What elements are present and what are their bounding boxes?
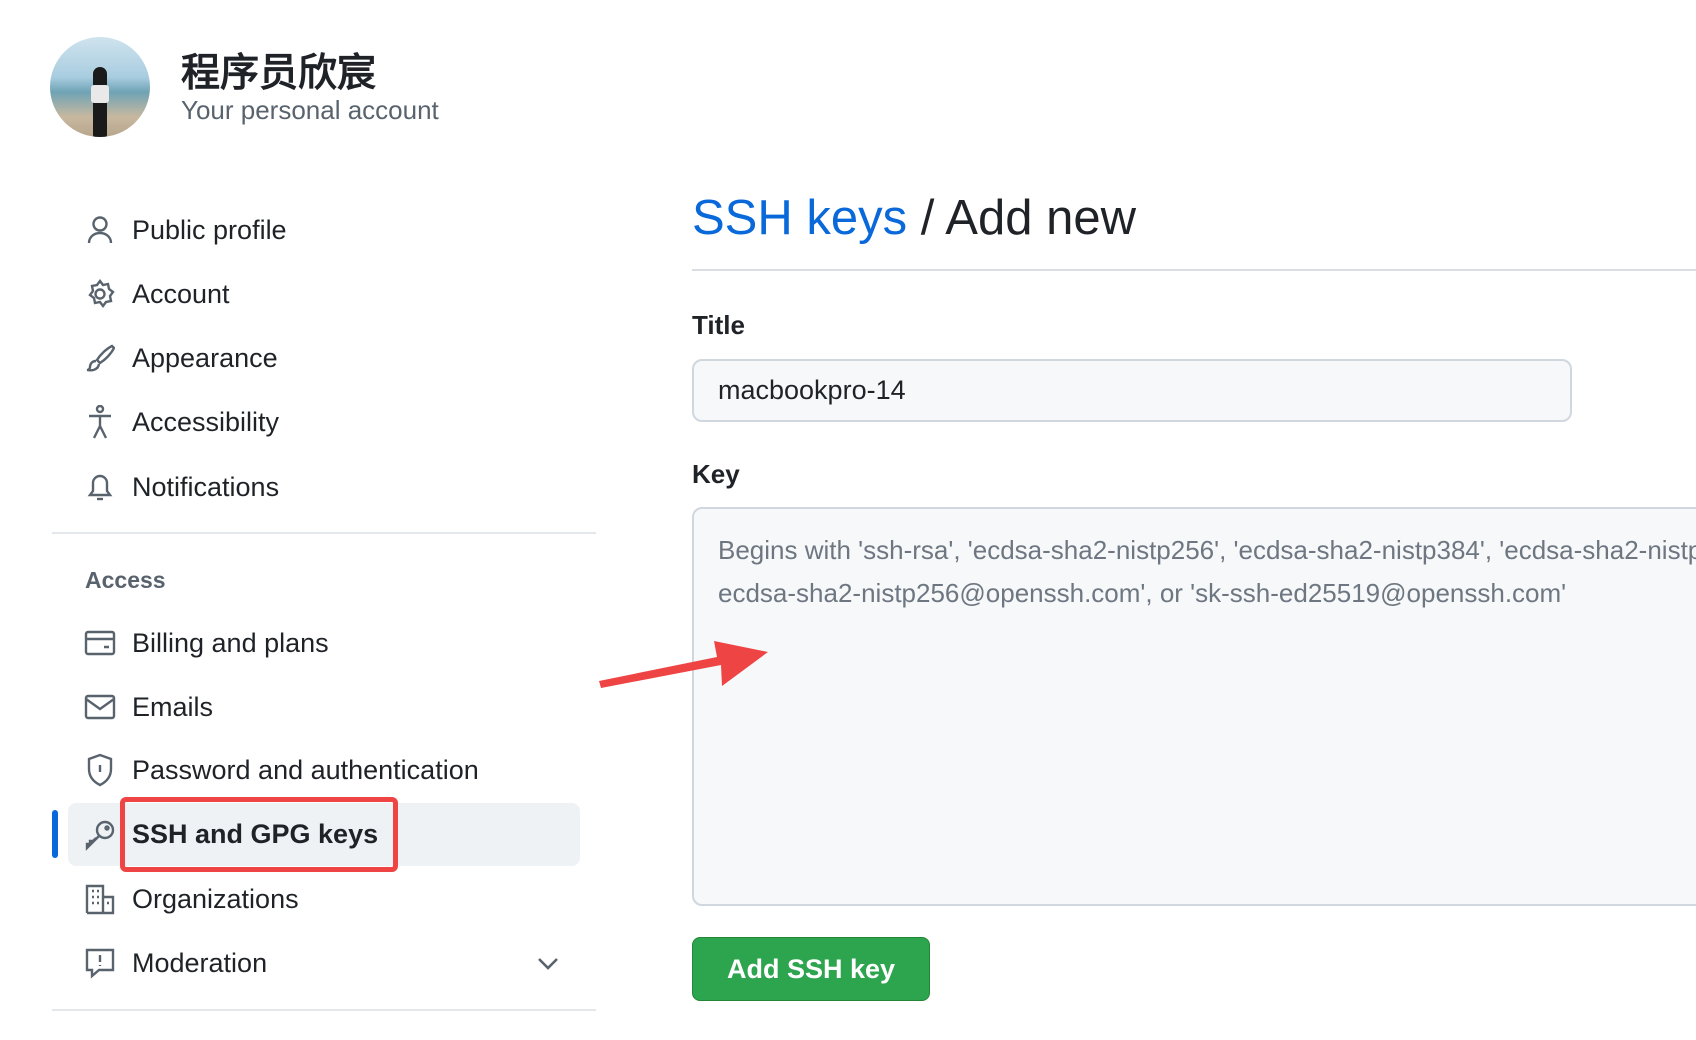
sidebar-item-label: Emails [132,691,214,722]
report-icon [68,947,132,979]
sidebar-item-billing[interactable]: Billing and plans [68,613,580,673]
organization-icon [68,883,132,915]
sidebar-item-account[interactable]: Account [68,264,580,324]
sidebar-item-label: Billing and plans [132,627,329,658]
breadcrumb-ssh-keys-link[interactable]: SSH keys [692,191,907,245]
title-label: Title [692,310,745,340]
key-placeholder-line1: Begins with 'ssh-rsa', 'ecdsa-sha2-nistp… [718,535,1696,565]
key-label: Key [692,459,740,489]
gear-icon [68,279,132,309]
credit-card-icon [68,630,132,656]
sidebar-divider [52,1009,596,1011]
sidebar-item-label: Organizations [132,883,299,914]
sidebar-item-appearance[interactable]: Appearance [68,328,580,388]
section-title-access: Access [85,567,166,593]
avatar[interactable] [50,37,150,137]
selected-indicator [52,810,58,858]
sidebar-item-label: Public profile [132,214,287,245]
title-input[interactable]: macbookpro-14 [692,359,1572,422]
mail-icon [68,694,132,720]
sidebar-item-emails[interactable]: Emails [68,677,580,737]
sidebar-item-label: Account [132,278,230,309]
person-icon [68,215,132,245]
sidebar-item-moderation[interactable]: Moderation [68,933,580,993]
sidebar-item-password[interactable]: Password and authentication [68,740,580,800]
page-heading: SSH keys / Add new [692,190,1136,246]
sidebar-item-label: Accessibility [132,406,280,437]
key-textarea[interactable]: Begins with 'ssh-rsa', 'ecdsa-sha2-nistp… [692,507,1696,906]
sidebar-item-notifications[interactable]: Notifications [68,457,580,517]
sidebar-item-label: Appearance [132,342,278,373]
annotation-highlight-box [120,797,398,872]
shield-icon [68,753,132,787]
sidebar-divider [52,532,596,534]
sidebar-item-label: Moderation [132,947,268,978]
sidebar-item-public-profile[interactable]: Public profile [68,200,580,260]
accessibility-icon [68,405,132,439]
sidebar-item-accessibility[interactable]: Accessibility [68,392,580,452]
annotation-arrow-icon [599,641,768,688]
account-name: 程序员欣宸 [181,51,377,96]
add-ssh-key-button[interactable]: Add SSH key [692,937,930,1001]
sidebar-item-label: Notifications [132,471,280,502]
page-title: Add new [945,191,1136,245]
sidebar-item-organizations[interactable]: Organizations [68,869,580,929]
sidebar-item-label: Password and authentication [132,754,479,785]
paintbrush-icon [68,343,132,373]
key-placeholder-line2: ecdsa-sha2-nistp256@openssh.com', or 'sk… [718,578,1567,608]
account-subtitle: Your personal account [181,95,439,125]
heading-divider [692,269,1696,271]
chevron-down-icon[interactable] [536,950,560,976]
bell-icon [68,471,132,503]
breadcrumb-separator: / [907,191,946,245]
